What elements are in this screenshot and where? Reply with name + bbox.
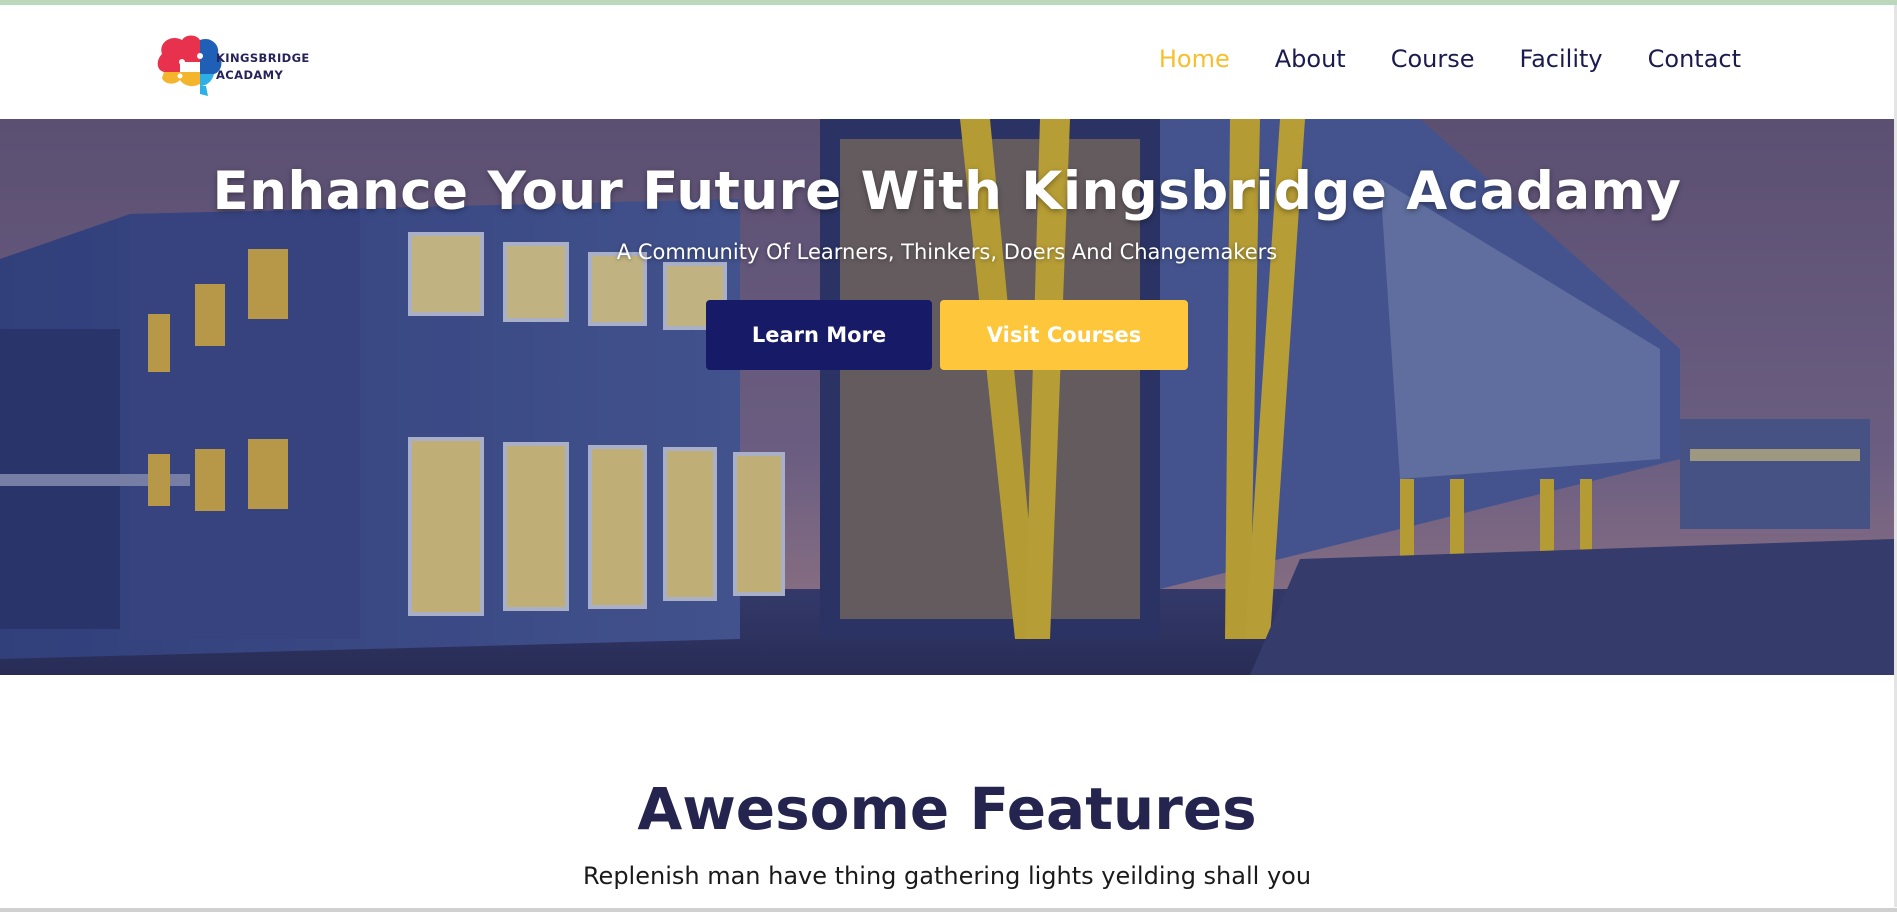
- learn-more-button[interactable]: Learn More: [706, 300, 932, 370]
- main-nav: Home About Course Facility Contact: [1114, 45, 1741, 73]
- logo-text-line-1: KINGSBRIDGE: [216, 51, 310, 65]
- features-section: Awesome Features Replenish man have thin…: [0, 675, 1894, 908]
- window-bottom-border: [0, 908, 1897, 912]
- features-title: Awesome Features: [637, 775, 1257, 843]
- nav-link-about[interactable]: About: [1275, 45, 1346, 73]
- features-subtitle: Replenish man have thing gathering light…: [582, 862, 1312, 890]
- logo-text-line-2: ACADAMY: [216, 68, 284, 82]
- hero-banner: Enhance Your Future With Kingsbridge Aca…: [0, 119, 1894, 675]
- site-logo[interactable]: KINGSBRIDGE ACADAMY: [152, 32, 312, 102]
- brain-puzzle-logo-icon: [157, 35, 222, 96]
- nav-link-course[interactable]: Course: [1391, 45, 1475, 73]
- nav-link-contact[interactable]: Contact: [1648, 45, 1741, 73]
- nav-link-facility[interactable]: Facility: [1520, 45, 1603, 73]
- hero-subtitle: A Community Of Learners, Thinkers, Doers…: [616, 240, 1278, 264]
- hero-title: Enhance Your Future With Kingsbridge Aca…: [212, 161, 1682, 222]
- hero-button-group: Learn More Visit Courses: [706, 300, 1188, 370]
- visit-courses-button[interactable]: Visit Courses: [940, 300, 1188, 370]
- site-header: KINGSBRIDGE ACADAMY Home About Course Fa…: [0, 5, 1894, 120]
- nav-link-home[interactable]: Home: [1159, 45, 1230, 73]
- logo-text: KINGSBRIDGE ACADAMY: [216, 50, 310, 84]
